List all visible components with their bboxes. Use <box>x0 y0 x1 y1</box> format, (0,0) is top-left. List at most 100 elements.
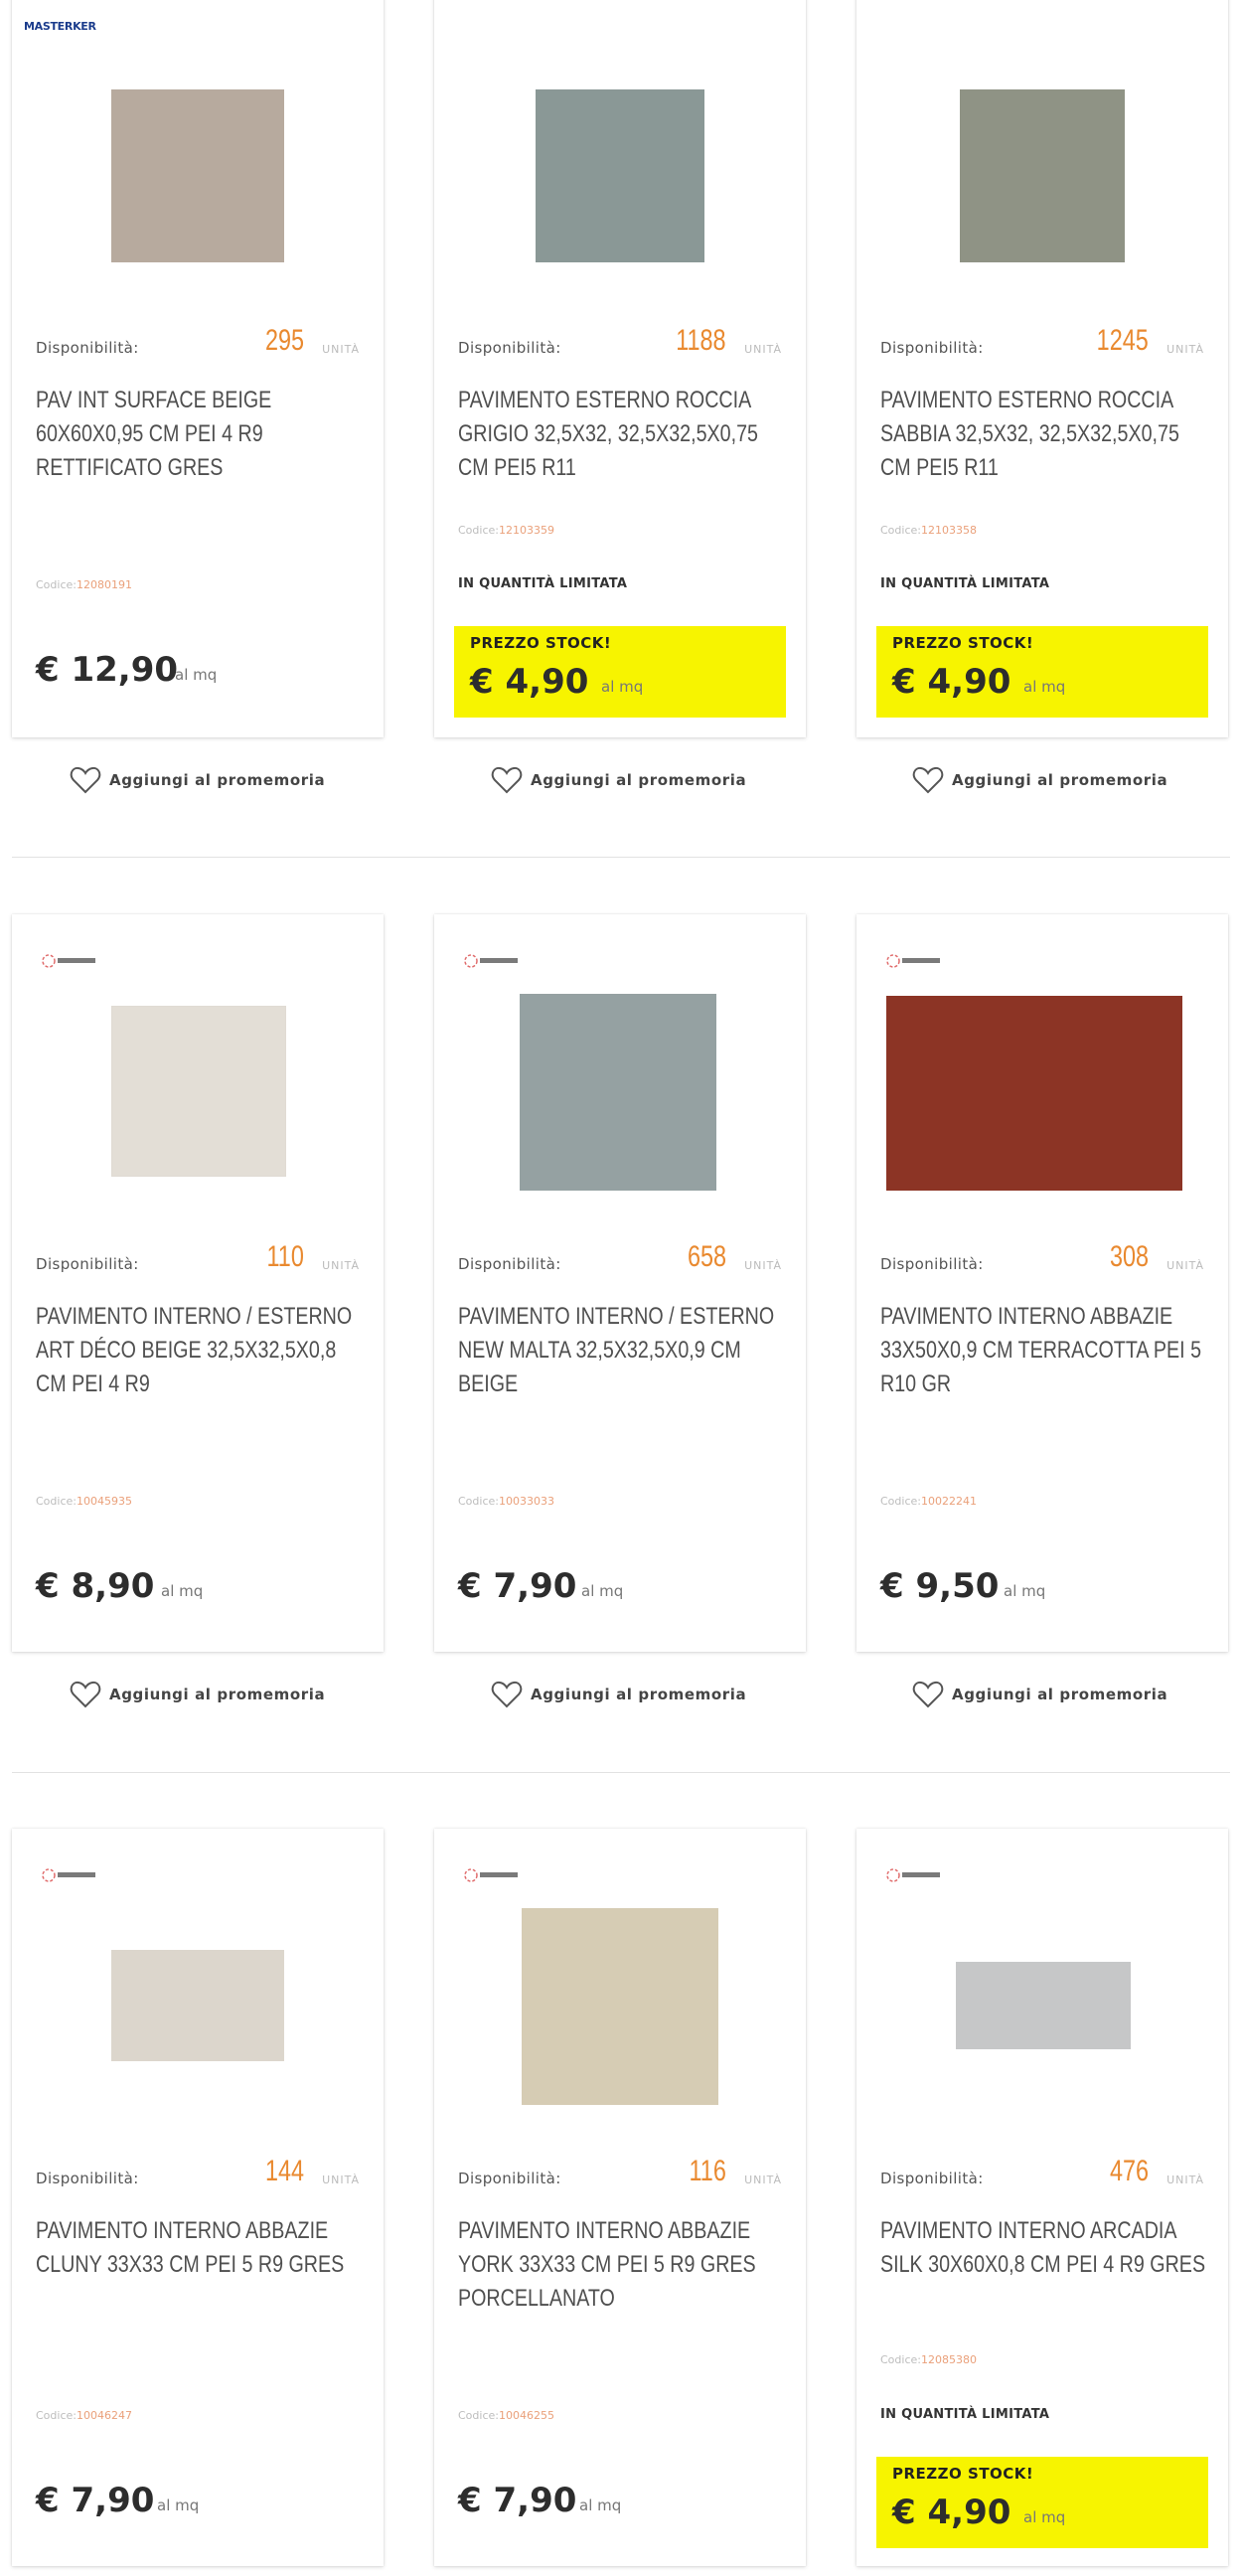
product-code: Codice:12085380 <box>880 2353 977 2366</box>
product-title[interactable]: PAVIMENTO INTERNO ARCADIA SILK 30X60X0,8… <box>880 2214 1206 2306</box>
product-price: € 7,90 <box>458 1566 577 1606</box>
add-to-reminder-button[interactable]: Aggiungi al promemoria <box>491 1680 746 1709</box>
stock-price-box: PREZZO STOCK! € 4,90 al mq <box>876 2457 1208 2548</box>
availability-label: Disponibilità: <box>880 2170 984 2187</box>
limited-quantity-label: IN QUANTITÀ LIMITATA <box>880 576 1050 591</box>
stock-price-label: PREZZO STOCK! <box>892 634 1034 652</box>
product-code: Codice:12080191 <box>36 578 132 591</box>
price-unit: al mq <box>157 2496 200 2514</box>
limited-quantity-label: IN QUANTITÀ LIMITATA <box>880 2407 1050 2422</box>
product-code: Codice:10046247 <box>36 2409 132 2422</box>
price-unit: al mq <box>581 1582 624 1600</box>
brand-logo: MASTERKER <box>24 20 96 33</box>
product-card[interactable]: Disponibilità: 1188 UNITÀ PAVIMENTO ESTE… <box>434 0 806 737</box>
product-title[interactable]: PAV INT SURFACE BEIGE 60X60X0,95 CM PEI … <box>36 384 362 475</box>
availability-unit: UNITÀ <box>322 343 360 356</box>
add-to-reminder-label: Aggiungi al promemoria <box>952 771 1168 789</box>
availability-unit: UNITÀ <box>744 1259 782 1272</box>
product-image[interactable] <box>111 89 284 262</box>
product-card[interactable]: Disponibilità: 116 UNITÀ PAVIMENTO INTER… <box>434 1829 806 2566</box>
brand-logo-icon <box>886 1868 940 1882</box>
brand-logo-icon <box>464 954 518 968</box>
row-divider <box>12 1772 1230 1773</box>
add-to-reminder-label: Aggiungi al promemoria <box>531 1686 747 1703</box>
product-image[interactable] <box>111 1950 284 2061</box>
availability-unit: UNITÀ <box>1166 2174 1204 2186</box>
availability-count: 658 <box>687 1240 726 1273</box>
product-image[interactable] <box>886 996 1182 1191</box>
availability-unit: UNITÀ <box>322 1259 360 1272</box>
availability-unit: UNITÀ <box>1166 1259 1204 1272</box>
availability-label: Disponibilità: <box>36 339 139 357</box>
heart-icon <box>70 766 101 794</box>
add-to-reminder-button[interactable]: Aggiungi al promemoria <box>70 1680 325 1709</box>
availability-label: Disponibilità: <box>36 1255 139 1273</box>
heart-icon <box>70 1681 101 1708</box>
product-title[interactable]: PAVIMENTO INTERNO ABBAZIE CLUNY 33X33 CM… <box>36 2214 362 2306</box>
brand-logo-icon <box>886 954 940 968</box>
product-image[interactable] <box>956 1962 1131 2049</box>
price-unit: al mq <box>161 1582 204 1600</box>
product-title[interactable]: PAVIMENTO INTERNO ABBAZIE 33X50X0,9 CM T… <box>880 1300 1206 1391</box>
price-unit: al mq <box>1023 678 1066 696</box>
product-card[interactable]: Disponibilità: 1245 UNITÀ PAVIMENTO ESTE… <box>856 0 1228 737</box>
availability-label: Disponibilità: <box>36 2170 139 2187</box>
product-card[interactable]: Disponibilità: 110 UNITÀ PAVIMENTO INTER… <box>12 914 384 1652</box>
stock-price-box: PREZZO STOCK! € 4,90 al mq <box>876 626 1208 718</box>
product-image[interactable] <box>536 89 704 262</box>
product-price: € 4,90 <box>892 2493 1011 2532</box>
row-divider <box>12 857 1230 858</box>
product-price: € 9,50 <box>880 1566 1000 1606</box>
product-code: Codice:10033033 <box>458 1495 554 1508</box>
availability-label: Disponibilità: <box>458 2170 561 2187</box>
product-card[interactable]: Disponibilità: 658 UNITÀ PAVIMENTO INTER… <box>434 914 806 1652</box>
add-to-reminder-button[interactable]: Aggiungi al promemoria <box>70 765 325 795</box>
product-title[interactable]: PAVIMENTO ESTERNO ROCCIA SABBIA 32,5X32,… <box>880 384 1206 475</box>
product-image[interactable] <box>520 994 716 1191</box>
product-card[interactable]: Disponibilità: 476 UNITÀ PAVIMENTO INTER… <box>856 1829 1228 2566</box>
add-to-reminder-label: Aggiungi al promemoria <box>109 1686 326 1703</box>
product-card[interactable]: MASTERKER Disponibilità: 295 UNITÀ PAV I… <box>12 0 384 737</box>
availability-unit: UNITÀ <box>322 2174 360 2186</box>
availability-label: Disponibilità: <box>458 339 561 357</box>
add-to-reminder-button[interactable]: Aggiungi al promemoria <box>491 765 746 795</box>
availability-count: 1245 <box>1096 324 1149 357</box>
product-grid: MASTERKER Disponibilità: 295 UNITÀ PAV I… <box>0 0 1242 2576</box>
availability-count: 116 <box>689 2155 726 2187</box>
availability-count: 308 <box>1109 1240 1149 1273</box>
availability-label: Disponibilità: <box>880 339 984 357</box>
product-title[interactable]: PAVIMENTO INTERNO / ESTERNO NEW MALTA 32… <box>458 1300 784 1391</box>
availability-label: Disponibilità: <box>880 1255 984 1273</box>
availability-unit: UNITÀ <box>744 343 782 356</box>
product-card[interactable]: Disponibilità: 144 UNITÀ PAVIMENTO INTER… <box>12 1829 384 2566</box>
availability-count: 295 <box>264 324 304 357</box>
product-code: Codice:12103359 <box>458 524 554 537</box>
availability-label: Disponibilità: <box>458 1255 561 1273</box>
price-unit: al mq <box>1023 2508 1066 2526</box>
product-price: € 8,90 <box>36 1566 155 1606</box>
product-card[interactable]: Disponibilità: 308 UNITÀ PAVIMENTO INTER… <box>856 914 1228 1652</box>
brand-logo-icon <box>42 1868 95 1882</box>
product-image[interactable] <box>522 1908 718 2105</box>
availability-unit: UNITÀ <box>1166 343 1204 356</box>
add-to-reminder-label: Aggiungi al promemoria <box>109 771 326 789</box>
stock-price-label: PREZZO STOCK! <box>892 2465 1034 2483</box>
add-to-reminder-label: Aggiungi al promemoria <box>531 771 747 789</box>
product-price: € 4,90 <box>892 662 1011 702</box>
product-title[interactable]: PAVIMENTO ESTERNO ROCCIA GRIGIO 32,5X32,… <box>458 384 784 475</box>
product-image[interactable] <box>960 89 1125 262</box>
product-code: Codice:10046255 <box>458 2409 554 2422</box>
brand-logo-icon <box>464 1868 518 1882</box>
product-image[interactable] <box>111 1006 286 1177</box>
heart-icon <box>912 1681 944 1708</box>
product-code: Codice:10022241 <box>880 1495 977 1508</box>
product-title[interactable]: PAVIMENTO INTERNO ABBAZIE YORK 33X33 CM … <box>458 2214 784 2306</box>
add-to-reminder-button[interactable]: Aggiungi al promemoria <box>912 1680 1167 1709</box>
product-title[interactable]: PAVIMENTO INTERNO / ESTERNO ART DÉCO BEI… <box>36 1300 362 1391</box>
add-to-reminder-button[interactable]: Aggiungi al promemoria <box>912 765 1167 795</box>
limited-quantity-label: IN QUANTITÀ LIMITATA <box>458 576 628 591</box>
product-price: € 12,90 <box>36 650 179 690</box>
availability-count: 1188 <box>676 324 726 357</box>
product-price: € 7,90 <box>458 2481 577 2520</box>
availability-count: 476 <box>1109 2155 1149 2187</box>
